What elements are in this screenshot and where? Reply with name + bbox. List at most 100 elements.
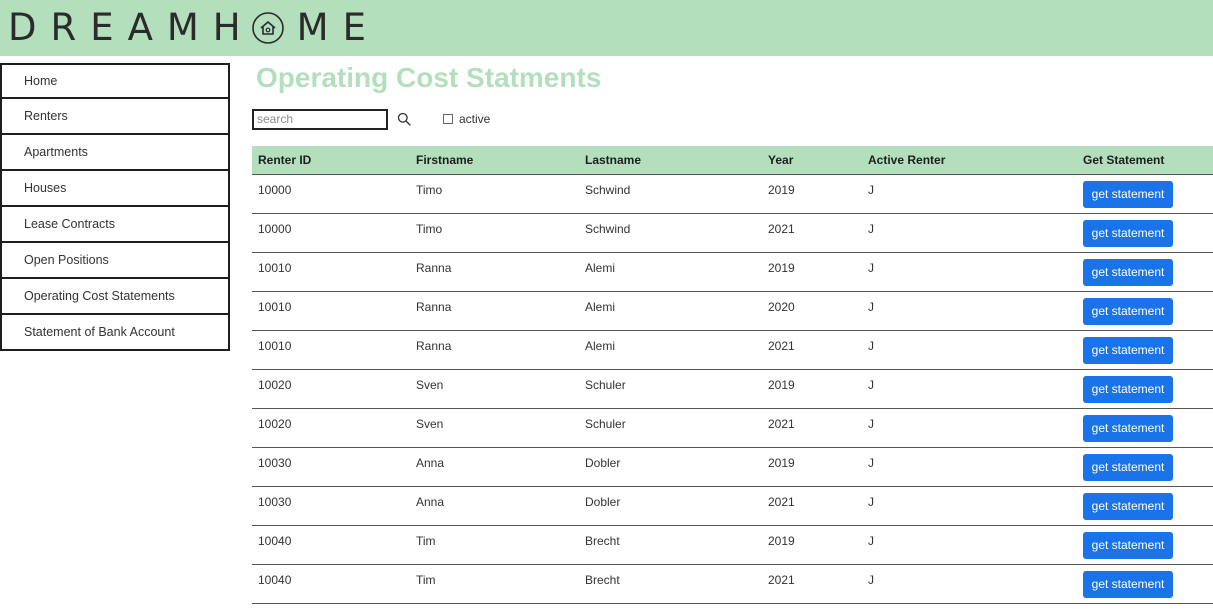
sidebar-item-statement-of-bank-account[interactable]: Statement of Bank Account [0, 315, 230, 351]
cell-renter-id: 10040 [252, 564, 410, 604]
sidebar-item-renters[interactable]: Renters [0, 99, 230, 135]
page-title: Operating Cost Statments [256, 62, 602, 93]
cell-firstname: Anna [410, 486, 579, 526]
cell-lastname: Schwind [579, 174, 762, 214]
table-row: 10040 Tim Brecht 2019 Jget statement [252, 525, 1213, 565]
table-row: 10000 Timo Schwind 2021 Jget statement [252, 213, 1213, 253]
cell-lastname: Alemi [579, 252, 762, 292]
cell-get-statement: get statement [1077, 486, 1213, 526]
filter-bar: active [252, 108, 490, 130]
get-statement-button[interactable]: get statement [1083, 570, 1173, 598]
get-statement-button[interactable]: get statement [1083, 258, 1173, 286]
table-row: 10040 Tim Brecht 2021 Jget statement [252, 564, 1213, 604]
column-header-lastname[interactable]: Lastname [579, 146, 762, 175]
get-statement-button[interactable]: get statement [1083, 492, 1173, 520]
cell-renter-id: 10000 [252, 174, 410, 214]
get-statement-button[interactable]: get statement [1083, 180, 1173, 208]
cell-renter-id: 10010 [252, 252, 410, 292]
cell-lastname: Dobler [579, 486, 762, 526]
get-statement-button[interactable]: get statement [1083, 531, 1173, 559]
column-header-renter-id[interactable]: Renter ID [252, 146, 410, 175]
cell-firstname: Sven [410, 369, 579, 409]
app-header: DREAMH ME [0, 0, 1213, 56]
logo-text-start: DREAMH [8, 6, 255, 49]
get-statement-button[interactable]: get statement [1083, 414, 1173, 442]
cell-lastname: Alemi [579, 330, 762, 370]
column-header-year[interactable]: Year [762, 146, 862, 175]
cell-year: 2019 [762, 447, 862, 487]
cell-get-statement: get statement [1077, 174, 1213, 214]
search-input[interactable] [252, 108, 388, 130]
cell-active-renter: J [862, 447, 1077, 487]
cell-firstname: Timo [410, 213, 579, 253]
get-statement-button[interactable]: get statement [1083, 297, 1173, 325]
table-row: 10010 Ranna Alemi 2019 Jget statement [252, 252, 1213, 292]
cell-active-renter: J [862, 564, 1077, 604]
search-icon[interactable] [397, 112, 411, 126]
cell-firstname: Anna [410, 447, 579, 487]
cell-year: 2019 [762, 369, 862, 409]
cell-lastname: Dobler [579, 447, 762, 487]
cell-year: 2019 [762, 525, 862, 565]
cell-get-statement: get statement [1077, 564, 1213, 604]
cell-renter-id: 10000 [252, 213, 410, 253]
cell-firstname: Ranna [410, 252, 579, 292]
cell-active-renter: J [862, 525, 1077, 565]
cell-lastname: Brecht [579, 525, 762, 565]
cell-active-renter: J [862, 408, 1077, 448]
cell-year: 2021 [762, 564, 862, 604]
cell-active-renter: J [862, 174, 1077, 214]
table-body: 10000 Timo Schwind 2019 Jget statement 10000 T… [252, 174, 1213, 604]
cell-active-renter: J [862, 213, 1077, 253]
get-statement-button[interactable]: get statement [1083, 375, 1173, 403]
get-statement-button[interactable]: get statement [1083, 336, 1173, 364]
house-circle-icon [251, 12, 284, 44]
cell-year: 2020 [762, 291, 862, 331]
column-header-active-renter[interactable]: Active Renter [862, 146, 1077, 175]
cell-renter-id: 10020 [252, 369, 410, 409]
cell-firstname: Timo [410, 174, 579, 214]
active-checkbox-label: active [459, 112, 491, 126]
cell-year: 2021 [762, 408, 862, 448]
sidebar-item-apartments[interactable]: Apartments [0, 135, 230, 171]
cell-lastname: Schwind [579, 213, 762, 253]
logo-text-end: ME [296, 6, 380, 49]
table-row: 10000 Timo Schwind 2019 Jget statement [252, 174, 1213, 214]
cell-firstname: Ranna [410, 291, 579, 331]
column-header-get-statement: Get Statement [1077, 146, 1213, 175]
logo[interactable]: DREAMH ME [8, 8, 380, 48]
sidebar-item-lease-contracts[interactable]: Lease Contracts [0, 207, 230, 243]
cell-firstname: Sven [410, 408, 579, 448]
table-row: 10010 Ranna Alemi 2020 Jget statement [252, 291, 1213, 331]
table-row: 10020 Sven Schuler 2021 Jget statement [252, 408, 1213, 448]
cell-year: 2021 [762, 213, 862, 253]
cell-get-statement: get statement [1077, 408, 1213, 448]
sidebar-item-open-positions[interactable]: Open Positions [0, 243, 230, 279]
sidebar-nav: Home Renters Apartments Houses Lease Con… [0, 63, 230, 351]
table-row: 10020 Sven Schuler 2019 Jget statement [252, 369, 1213, 409]
cell-get-statement: get statement [1077, 252, 1213, 292]
get-statement-button[interactable]: get statement [1083, 453, 1173, 481]
cell-renter-id: 10030 [252, 447, 410, 487]
table-header-row: Renter ID Firstname Lastname Year Active… [252, 146, 1213, 175]
cell-lastname: Schuler [579, 369, 762, 409]
cell-get-statement: get statement [1077, 447, 1213, 487]
sidebar-item-home[interactable]: Home [0, 63, 230, 99]
column-header-firstname[interactable]: Firstname [410, 146, 579, 175]
cell-renter-id: 10040 [252, 525, 410, 565]
cell-firstname: Tim [410, 525, 579, 565]
get-statement-button[interactable]: get statement [1083, 219, 1173, 247]
cell-get-statement: get statement [1077, 330, 1213, 370]
cell-year: 2021 [762, 330, 862, 370]
statements-table: Renter ID Firstname Lastname Year Active… [252, 146, 1213, 604]
active-filter[interactable]: active [443, 112, 490, 126]
cell-renter-id: 10020 [252, 408, 410, 448]
cell-renter-id: 10030 [252, 486, 410, 526]
sidebar-item-houses[interactable]: Houses [0, 171, 230, 207]
cell-firstname: Tim [410, 564, 579, 604]
cell-lastname: Schuler [579, 408, 762, 448]
active-checkbox[interactable] [443, 114, 453, 124]
sidebar-item-operating-cost-statements[interactable]: Operating Cost Statements [0, 279, 230, 315]
cell-firstname: Ranna [410, 330, 579, 370]
cell-lastname: Alemi [579, 291, 762, 331]
